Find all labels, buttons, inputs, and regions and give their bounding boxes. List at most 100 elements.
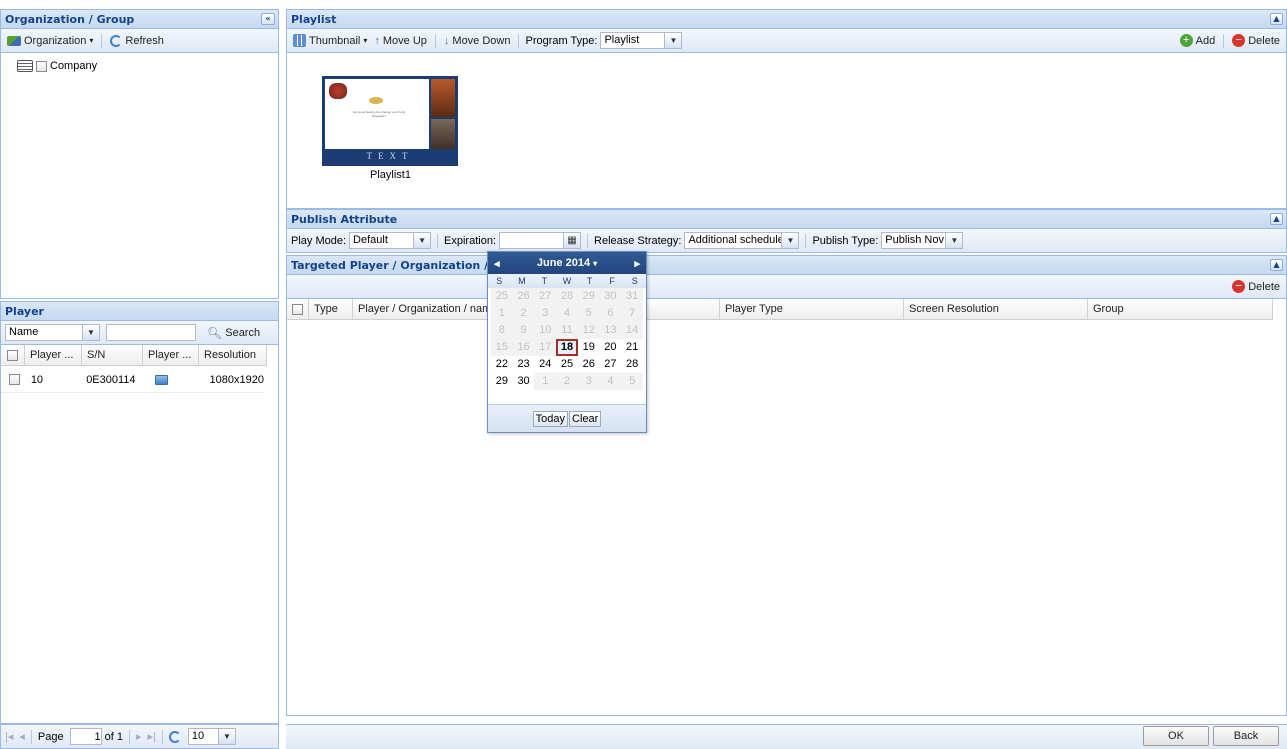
calendar-icon[interactable]: ▦ bbox=[563, 233, 581, 248]
page-number-input[interactable] bbox=[69, 728, 102, 745]
date-picker-footer: Today Clear bbox=[488, 404, 646, 432]
col-player-type[interactable]: Player ... bbox=[143, 345, 199, 365]
calendar-day[interactable]: 21 bbox=[621, 339, 643, 356]
arrow-up-icon: ↑ bbox=[374, 34, 380, 47]
chevron-down-icon[interactable]: ▼ bbox=[413, 233, 431, 248]
target-grid-header: Type Player / Organization / nam Player … bbox=[287, 299, 1273, 320]
calendar-day: 29 bbox=[577, 288, 600, 305]
calendar-day-today[interactable]: 18 bbox=[556, 339, 578, 356]
playlist-thumbnail-item[interactable]: Got good feeling can change your body la… bbox=[322, 76, 459, 181]
refresh-icon[interactable] bbox=[168, 730, 181, 743]
add-playlist-button[interactable]: + Add bbox=[1178, 34, 1218, 47]
org-panel-header: Organization / Group « bbox=[0, 9, 279, 29]
select-all-checkbox[interactable] bbox=[292, 303, 303, 315]
organization-dropdown-button[interactable]: Organization ▾ bbox=[5, 35, 95, 47]
player-pager: |◂ ◂ Page of 1 ▸ ▸| 10 ▼ bbox=[0, 724, 279, 749]
thumb-food-image bbox=[329, 83, 347, 99]
prev-month-icon[interactable]: ◂ bbox=[494, 257, 500, 270]
calendar-day[interactable]: 20 bbox=[600, 339, 622, 356]
col-player-name[interactable]: Player ... bbox=[25, 345, 82, 365]
arrow-down-icon: ↓ bbox=[443, 34, 450, 47]
calendar-day: 25 bbox=[491, 288, 513, 305]
search-field-select[interactable]: Name ▼ bbox=[5, 324, 100, 341]
chevron-down-icon[interactable]: ▼ bbox=[82, 325, 99, 340]
calendar-day[interactable]: 26 bbox=[578, 356, 600, 373]
calendar-day[interactable]: 29 bbox=[491, 373, 513, 390]
program-type-label: Program Type: bbox=[525, 34, 598, 47]
col-player-type[interactable]: Player Type bbox=[720, 299, 904, 319]
chevron-down-icon[interactable]: ▼ bbox=[945, 233, 963, 248]
last-page-icon[interactable]: ▸| bbox=[148, 730, 156, 743]
collapse-left-button[interactable]: « bbox=[261, 13, 275, 25]
prev-page-icon[interactable]: ◂ bbox=[19, 730, 25, 743]
calendar-day: 9 bbox=[512, 322, 535, 339]
calendar-day: 6 bbox=[599, 305, 622, 322]
player-search-button[interactable]: 🔍︎ Search bbox=[205, 326, 262, 340]
delete-playlist-button[interactable]: − Delete bbox=[1230, 34, 1282, 47]
player-panel-title: Player bbox=[5, 305, 44, 318]
move-up-button[interactable]: ↑ Move Up bbox=[372, 35, 429, 47]
release-strategy-select[interactable]: Additional schedule ▼ bbox=[684, 232, 800, 249]
player-search-input[interactable] bbox=[106, 324, 196, 341]
play-mode-select[interactable]: Default ▼ bbox=[349, 232, 432, 249]
calendar-day: 4 bbox=[599, 373, 622, 390]
calendar-day: 3 bbox=[534, 305, 557, 322]
weekday-label: F bbox=[609, 276, 615, 286]
pager-divider bbox=[30, 729, 32, 744]
calendar-day: 1 bbox=[491, 305, 513, 322]
publish-panel-header: Publish Attribute ▲ bbox=[286, 209, 1287, 229]
expiration-date-field[interactable]: ▦ bbox=[499, 232, 582, 249]
chevron-down-icon[interactable]: ▼ bbox=[664, 33, 682, 48]
toolbar-divider bbox=[1223, 33, 1225, 48]
next-page-icon[interactable]: ▸ bbox=[136, 730, 142, 743]
calendar-day[interactable]: 28 bbox=[621, 356, 643, 373]
month-year-dropdown[interactable]: June 2014 ▾ bbox=[537, 257, 597, 269]
col-screen-resolution[interactable]: Screen Resolution bbox=[904, 299, 1088, 319]
collapse-up-icon[interactable]: ▲ bbox=[1270, 213, 1283, 225]
page-size-select[interactable]: 10 ▼ bbox=[187, 728, 236, 745]
calendar-day[interactable]: 25 bbox=[556, 356, 578, 373]
calendar-day: 15 bbox=[491, 339, 513, 356]
calendar-day[interactable]: 27 bbox=[600, 356, 622, 373]
chevron-down-icon[interactable]: ▼ bbox=[781, 233, 799, 248]
move-down-button[interactable]: ↓ Move Down bbox=[442, 35, 513, 47]
row-checkbox[interactable] bbox=[9, 374, 20, 386]
tree-node-company[interactable]: Company bbox=[17, 60, 97, 72]
tree-node-checkbox[interactable] bbox=[36, 60, 47, 72]
next-month-icon[interactable]: ▸ bbox=[634, 257, 640, 270]
clear-button[interactable]: Clear bbox=[569, 410, 602, 427]
col-type[interactable]: Type bbox=[309, 299, 353, 319]
back-button[interactable]: Back bbox=[1213, 726, 1279, 746]
calendar-day[interactable]: 24 bbox=[534, 356, 556, 373]
delete-target-button[interactable]: − Delete bbox=[1230, 280, 1282, 293]
col-group[interactable]: Group bbox=[1088, 299, 1273, 319]
today-button[interactable]: Today bbox=[532, 410, 569, 427]
dialog-footer bbox=[286, 724, 1287, 749]
col-sn[interactable]: S/N bbox=[82, 345, 143, 365]
table-row[interactable]: 10 0E300114 1080x1920 bbox=[1, 367, 264, 393]
select-all-checkbox[interactable] bbox=[7, 349, 18, 361]
ok-button[interactable]: OK bbox=[1143, 726, 1209, 746]
collapse-up-icon[interactable]: ▲ bbox=[1270, 13, 1283, 25]
col-resolution[interactable]: Resolution bbox=[199, 345, 267, 365]
toolbar-divider bbox=[101, 33, 103, 48]
weekday-label: S bbox=[631, 276, 638, 286]
thumbnail-view-button[interactable]: Thumbnail ▾ bbox=[291, 34, 369, 47]
calendar-day[interactable]: 30 bbox=[513, 373, 535, 390]
calendar-day: 11 bbox=[556, 322, 578, 339]
org-tree-body: Company bbox=[0, 53, 279, 299]
player-resolution-cell: 1080x1920 bbox=[209, 373, 264, 386]
refresh-button[interactable]: Refresh bbox=[108, 34, 166, 47]
select-all-checkbox-cell[interactable] bbox=[287, 299, 309, 319]
publish-type-select[interactable]: Publish Nov ▼ bbox=[881, 232, 964, 249]
select-all-checkbox-cell[interactable] bbox=[1, 345, 25, 365]
calendar-day[interactable]: 19 bbox=[578, 339, 600, 356]
calendar-day[interactable]: 23 bbox=[513, 356, 535, 373]
calendar-day[interactable]: 22 bbox=[491, 356, 513, 373]
collapse-up-icon[interactable]: ▲ bbox=[1270, 259, 1283, 271]
program-type-select[interactable]: Playlist ▼ bbox=[600, 32, 683, 49]
pager-divider bbox=[161, 729, 163, 744]
calendar-day: 30 bbox=[599, 288, 622, 305]
first-page-icon[interactable]: |◂ bbox=[5, 730, 13, 743]
chevron-down-icon[interactable]: ▼ bbox=[217, 729, 235, 744]
